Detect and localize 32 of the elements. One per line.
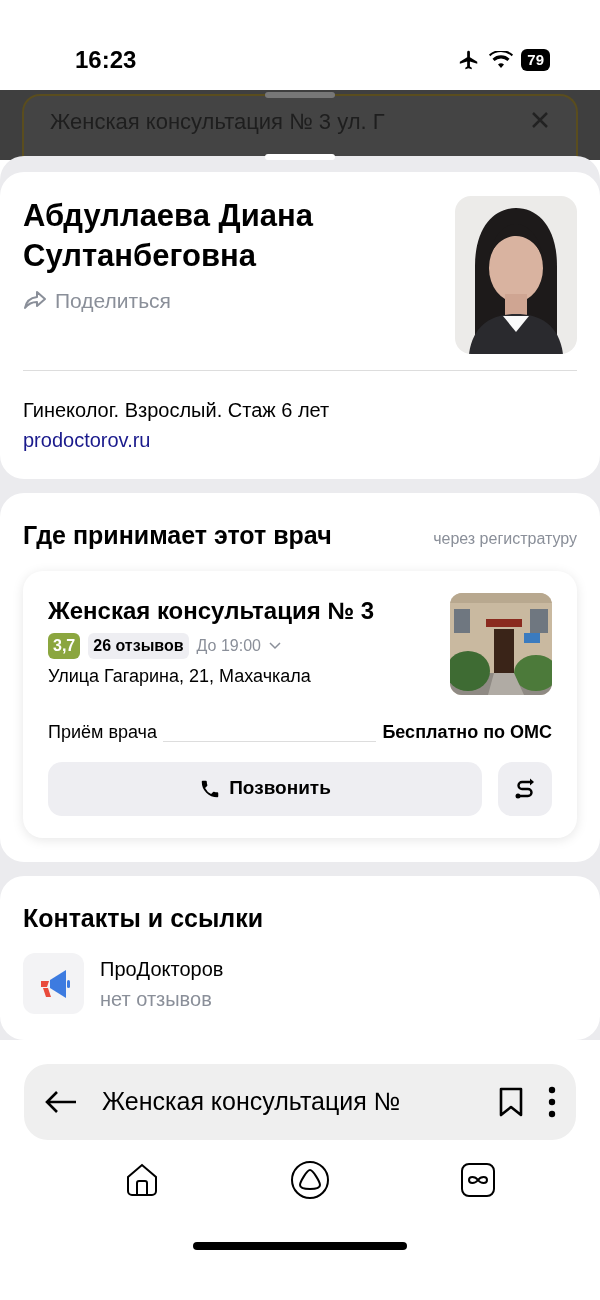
contact-subtitle: нет отзывов bbox=[100, 986, 213, 1012]
reviews-count[interactable]: 26 отзывов bbox=[88, 632, 189, 659]
call-button[interactable]: Позвонить bbox=[48, 761, 482, 816]
more-icon[interactable] bbox=[548, 1086, 556, 1118]
bookmark-icon[interactable] bbox=[498, 1087, 524, 1117]
page-title: Женская консультация № bbox=[102, 1086, 402, 1118]
doctor-name: Абдуллаева Диана Султанбеговна bbox=[23, 197, 315, 276]
rating: 3,7 bbox=[48, 632, 81, 659]
service-name: Приём врача bbox=[48, 720, 157, 744]
infinity-icon[interactable] bbox=[460, 1162, 496, 1198]
contact-name[interactable]: ПроДокторов bbox=[100, 953, 224, 984]
drag-handle[interactable] bbox=[265, 154, 335, 160]
clock: 16:23 bbox=[75, 45, 137, 75]
clinic-card[interactable]: Женская консультация № 3 3,7 26 отзывов До 19:00 Улица Гагарина, 21, Махачкала Приём врача Бесплатно по ОМС Позвонить bbox=[23, 570, 577, 838]
route-button[interactable] bbox=[498, 761, 552, 816]
back-arrow-icon[interactable] bbox=[44, 1090, 78, 1114]
assistant-icon[interactable] bbox=[290, 1160, 330, 1200]
section-title: Где принимает этот врач bbox=[23, 520, 332, 551]
clinic-address: Улица Гагарина, 21, Махачкала bbox=[48, 664, 312, 688]
clinic-name: Женская консультация № 3 bbox=[48, 595, 375, 626]
section-title: Контакты и ссылки bbox=[23, 902, 265, 934]
battery-level: 79 bbox=[521, 49, 550, 71]
wifi-icon bbox=[489, 51, 514, 69]
section-note: через регистратуру bbox=[433, 529, 577, 549]
source-link[interactable]: prodoctorov.ru bbox=[23, 429, 151, 451]
service-price: Бесплатно по ОМС bbox=[382, 720, 552, 744]
share-icon[interactable] bbox=[23, 290, 47, 311]
address-bar[interactable]: Женская консультация № bbox=[24, 1064, 576, 1140]
chevron-icon[interactable] bbox=[268, 641, 281, 650]
drag-handle[interactable] bbox=[265, 92, 335, 98]
doctor-description: Гинеколог. Взрослый. Стаж 6 лет bbox=[23, 398, 331, 423]
home-icon[interactable] bbox=[124, 1162, 160, 1198]
